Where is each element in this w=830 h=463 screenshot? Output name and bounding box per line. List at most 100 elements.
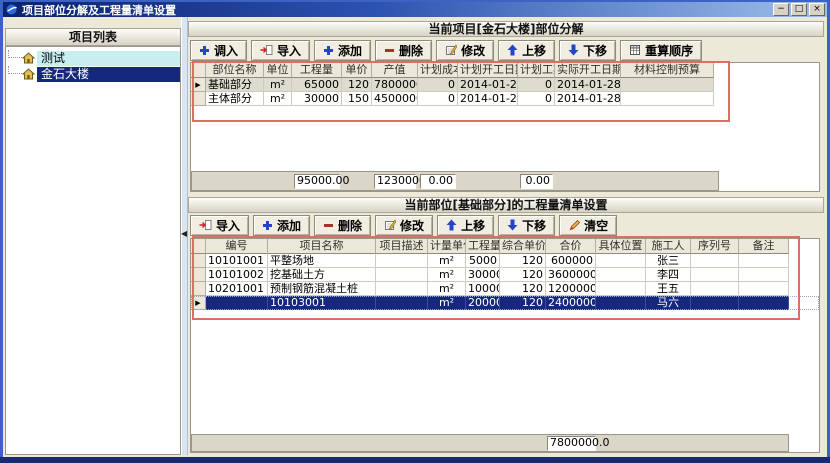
recalc-order-button[interactable]: 重算顺序 <box>620 40 702 61</box>
grid-cell[interactable] <box>691 282 739 296</box>
grid-cell[interactable]: 10103001 <box>268 296 376 310</box>
grid-cell[interactable]: 150 <box>342 92 372 106</box>
table-row[interactable]: ▶10103001m²200001202400000马六 <box>191 296 819 310</box>
grid-cell[interactable]: m² <box>264 78 292 92</box>
move-up-button[interactable]: 上移 <box>498 40 555 61</box>
row-selector[interactable] <box>191 282 206 296</box>
move-down-button[interactable]: 下移 <box>559 40 616 61</box>
grid-cell[interactable] <box>376 268 428 282</box>
grid-cell[interactable]: m² <box>428 268 466 282</box>
grid-cell[interactable]: 120 <box>500 254 546 268</box>
column-header[interactable]: 编号 <box>206 239 268 254</box>
column-header[interactable]: 材料控制预算 <box>621 63 714 78</box>
grid-cell[interactable]: 马六 <box>646 296 691 310</box>
column-header[interactable]: 序列号 <box>691 239 739 254</box>
grid-cell[interactable]: 预制钢筋混凝土桩 <box>268 282 376 296</box>
sidebar-item-test[interactable]: 测试 <box>6 50 180 66</box>
row-selector[interactable] <box>191 92 206 106</box>
table-row[interactable]: 10201001预制钢筋混凝土桩m²100001201200000王五 <box>191 282 819 296</box>
grid-cell[interactable]: 5000 <box>466 254 500 268</box>
grid-cell[interactable] <box>739 296 789 310</box>
column-header[interactable]: 工程量 <box>292 63 342 78</box>
column-header[interactable]: 计划工期 <box>518 63 555 78</box>
delete-button[interactable]: 删除 <box>314 215 371 236</box>
table-row[interactable]: 主体部分m²30000150450000002014-01-2802014-01… <box>191 92 819 106</box>
grid-cell[interactable]: 0 <box>418 78 458 92</box>
grid-cell[interactable]: 主体部分 <box>206 92 264 106</box>
grid-cell[interactable]: m² <box>264 92 292 106</box>
table-row[interactable]: ▶基础部分m²65000120780000002014-01-2802014-0… <box>191 78 819 92</box>
modify-button[interactable]: 修改 <box>436 40 494 61</box>
sidebar-item-jinshi-building[interactable]: 金石大楼 <box>6 66 180 82</box>
move-up-button[interactable]: 上移 <box>437 215 494 236</box>
grid-cell[interactable] <box>206 296 268 310</box>
grid-cell[interactable] <box>596 254 646 268</box>
grid-cell[interactable]: 平整场地 <box>268 254 376 268</box>
add-button[interactable]: 添加 <box>314 40 371 61</box>
grid-cell[interactable]: 7800000 <box>372 78 418 92</box>
grid-cell[interactable]: 65000 <box>292 78 342 92</box>
column-header[interactable]: 实际开工日期 <box>555 63 621 78</box>
row-selector[interactable] <box>191 254 206 268</box>
grid-cell[interactable]: 2014-01-28 <box>458 92 518 106</box>
grid-cell[interactable]: 0 <box>518 92 555 106</box>
grid-cell[interactable] <box>691 296 739 310</box>
column-header[interactable]: 具体位置 <box>596 239 646 254</box>
column-header[interactable]: 综合单价 <box>500 239 546 254</box>
close-button[interactable]: × <box>809 3 825 16</box>
row-selector[interactable]: ▶ <box>191 78 206 92</box>
column-header[interactable]: 单位 <box>264 63 292 78</box>
grid-cell[interactable]: 120 <box>342 78 372 92</box>
clear-button[interactable]: 清空 <box>559 215 617 236</box>
grid-cell[interactable] <box>596 296 646 310</box>
grid-cell[interactable]: 1200000 <box>546 282 596 296</box>
grid-cell[interactable] <box>621 92 714 106</box>
grid-cell[interactable]: 2014-01-28 <box>555 92 621 106</box>
table-row[interactable]: 10101001平整场地 m²5000120600000 张三 <box>191 254 819 268</box>
panel-splitter[interactable]: ◀ <box>181 17 188 455</box>
grid-cell[interactable]: 2014-01-28 <box>555 78 621 92</box>
titlebar[interactable]: 项目部位分解及工程量清单设置 − □ × <box>3 2 827 17</box>
grid-cell[interactable]: 120 <box>500 282 546 296</box>
grid-cell[interactable]: 0 <box>518 78 555 92</box>
grid-cell[interactable]: 30000 <box>292 92 342 106</box>
grid-cell[interactable] <box>621 78 714 92</box>
move-down-button[interactable]: 下移 <box>498 215 555 236</box>
column-header[interactable]: 计划成本 <box>418 63 458 78</box>
grid-cell[interactable]: 10201001 <box>206 282 268 296</box>
grid-cell[interactable]: 基础部分 <box>206 78 264 92</box>
grid-cell[interactable]: m² <box>428 254 466 268</box>
grid-cell[interactable]: 0 <box>418 92 458 106</box>
add-button[interactable]: 添加 <box>253 215 310 236</box>
modify-button[interactable]: 修改 <box>375 215 433 236</box>
grid-cell[interactable] <box>376 282 428 296</box>
grid-cell[interactable]: 120 <box>500 268 546 282</box>
grid-cell[interactable] <box>596 268 646 282</box>
column-header[interactable]: 计划开工日期 <box>458 63 518 78</box>
grid-cell[interactable]: m² <box>428 282 466 296</box>
grid-cell[interactable]: 张三 <box>646 254 691 268</box>
grid-cell[interactable]: 10101002 <box>206 268 268 282</box>
grid-cell[interactable] <box>691 268 739 282</box>
grid-cell[interactable] <box>739 282 789 296</box>
column-header[interactable]: 部位名称 <box>206 63 264 78</box>
row-selector[interactable] <box>191 268 206 282</box>
grid-cell[interactable]: 30000 <box>466 268 500 282</box>
grid-cell[interactable]: 挖基础土方 <box>268 268 376 282</box>
grid-cell[interactable]: 10000 <box>466 282 500 296</box>
grid-cell[interactable]: 2014-01-28 <box>458 78 518 92</box>
grid-cell[interactable]: 10101001 <box>206 254 268 268</box>
grid-cell[interactable] <box>376 254 428 268</box>
import-button[interactable]: 导入 <box>251 40 310 61</box>
column-header[interactable]: 单价 <box>342 63 372 78</box>
grid-cell[interactable]: 20000 <box>466 296 500 310</box>
import-button[interactable]: 导入 <box>190 215 249 236</box>
grid-cell[interactable]: 李四 <box>646 268 691 282</box>
load-button[interactable]: 调入 <box>190 40 247 61</box>
grid-cell[interactable]: 600000 <box>546 254 596 268</box>
table-row[interactable]: 10101002挖基础土方m²300001203600000李四 <box>191 268 819 282</box>
column-header[interactable]: 产值 <box>372 63 418 78</box>
minimize-button[interactable]: − <box>773 3 789 16</box>
column-header[interactable]: 施工人 <box>646 239 691 254</box>
grid-cell[interactable] <box>691 254 739 268</box>
